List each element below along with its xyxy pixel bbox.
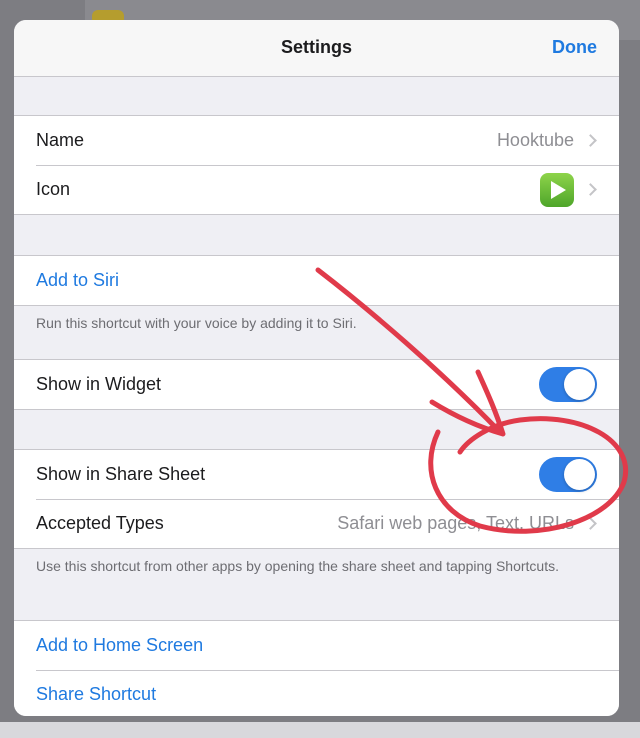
- section-gap: [14, 215, 619, 255]
- page-title: Settings: [280, 37, 352, 57]
- background-footer: [0, 722, 640, 738]
- done-button[interactable]: Done: [552, 37, 597, 58]
- home-screen-row[interactable]: Add to Home Screen: [14, 621, 619, 670]
- share-sheet-note: Use this shortcut from other apps by ope…: [36, 558, 559, 574]
- settings-sheet: Settings Done Name Hooktube Icon Add to …: [14, 20, 619, 716]
- icon-label: Icon: [36, 179, 71, 199]
- widget-group: Show in Widget: [14, 359, 619, 410]
- navbar: Settings Done: [14, 20, 619, 77]
- accepted-types-label: Accepted Types: [36, 513, 164, 533]
- share-shortcut-row[interactable]: Share Shortcut: [14, 670, 619, 716]
- siri-note: Run this shortcut with your voice by add…: [36, 315, 357, 331]
- add-to-siri-button[interactable]: Add to Siri: [36, 270, 597, 291]
- widget-toggle[interactable]: [539, 367, 597, 402]
- name-label: Name: [36, 130, 85, 150]
- share-shortcut-button[interactable]: Share Shortcut: [36, 684, 597, 705]
- icon-row[interactable]: Icon: [14, 165, 619, 214]
- add-to-home-screen-button[interactable]: Add to Home Screen: [36, 635, 597, 656]
- share-sheet-row: Show in Share Sheet: [14, 450, 619, 499]
- name-row[interactable]: Name Hooktube: [14, 116, 619, 165]
- widget-row: Show in Widget: [14, 360, 619, 409]
- accepted-types-value: Safari web pages, Text, URLs: [337, 513, 574, 533]
- siri-group: Add to Siri: [14, 255, 619, 306]
- actions-group: Add to Home Screen Share Shortcut: [14, 620, 619, 716]
- green-play-icon: [540, 172, 574, 207]
- widget-label: Show in Widget: [36, 374, 162, 394]
- share-sheet-group: Show in Share Sheet Accepted Types Safar…: [14, 449, 619, 549]
- general-group: Name Hooktube Icon: [14, 115, 619, 215]
- name-value: Hooktube: [496, 130, 574, 150]
- share-sheet-toggle[interactable]: [539, 457, 597, 492]
- section-gap: [14, 410, 619, 449]
- accepted-types-row[interactable]: Accepted Types Safari web pages, Text, U…: [14, 499, 619, 548]
- add-to-siri-row[interactable]: Add to Siri: [14, 256, 619, 305]
- chevron-right-icon: [584, 517, 597, 530]
- section-gap: [14, 77, 619, 115]
- share-sheet-label: Show in Share Sheet: [36, 464, 206, 484]
- chevron-right-icon: [584, 134, 597, 147]
- chevron-right-icon: [584, 183, 597, 196]
